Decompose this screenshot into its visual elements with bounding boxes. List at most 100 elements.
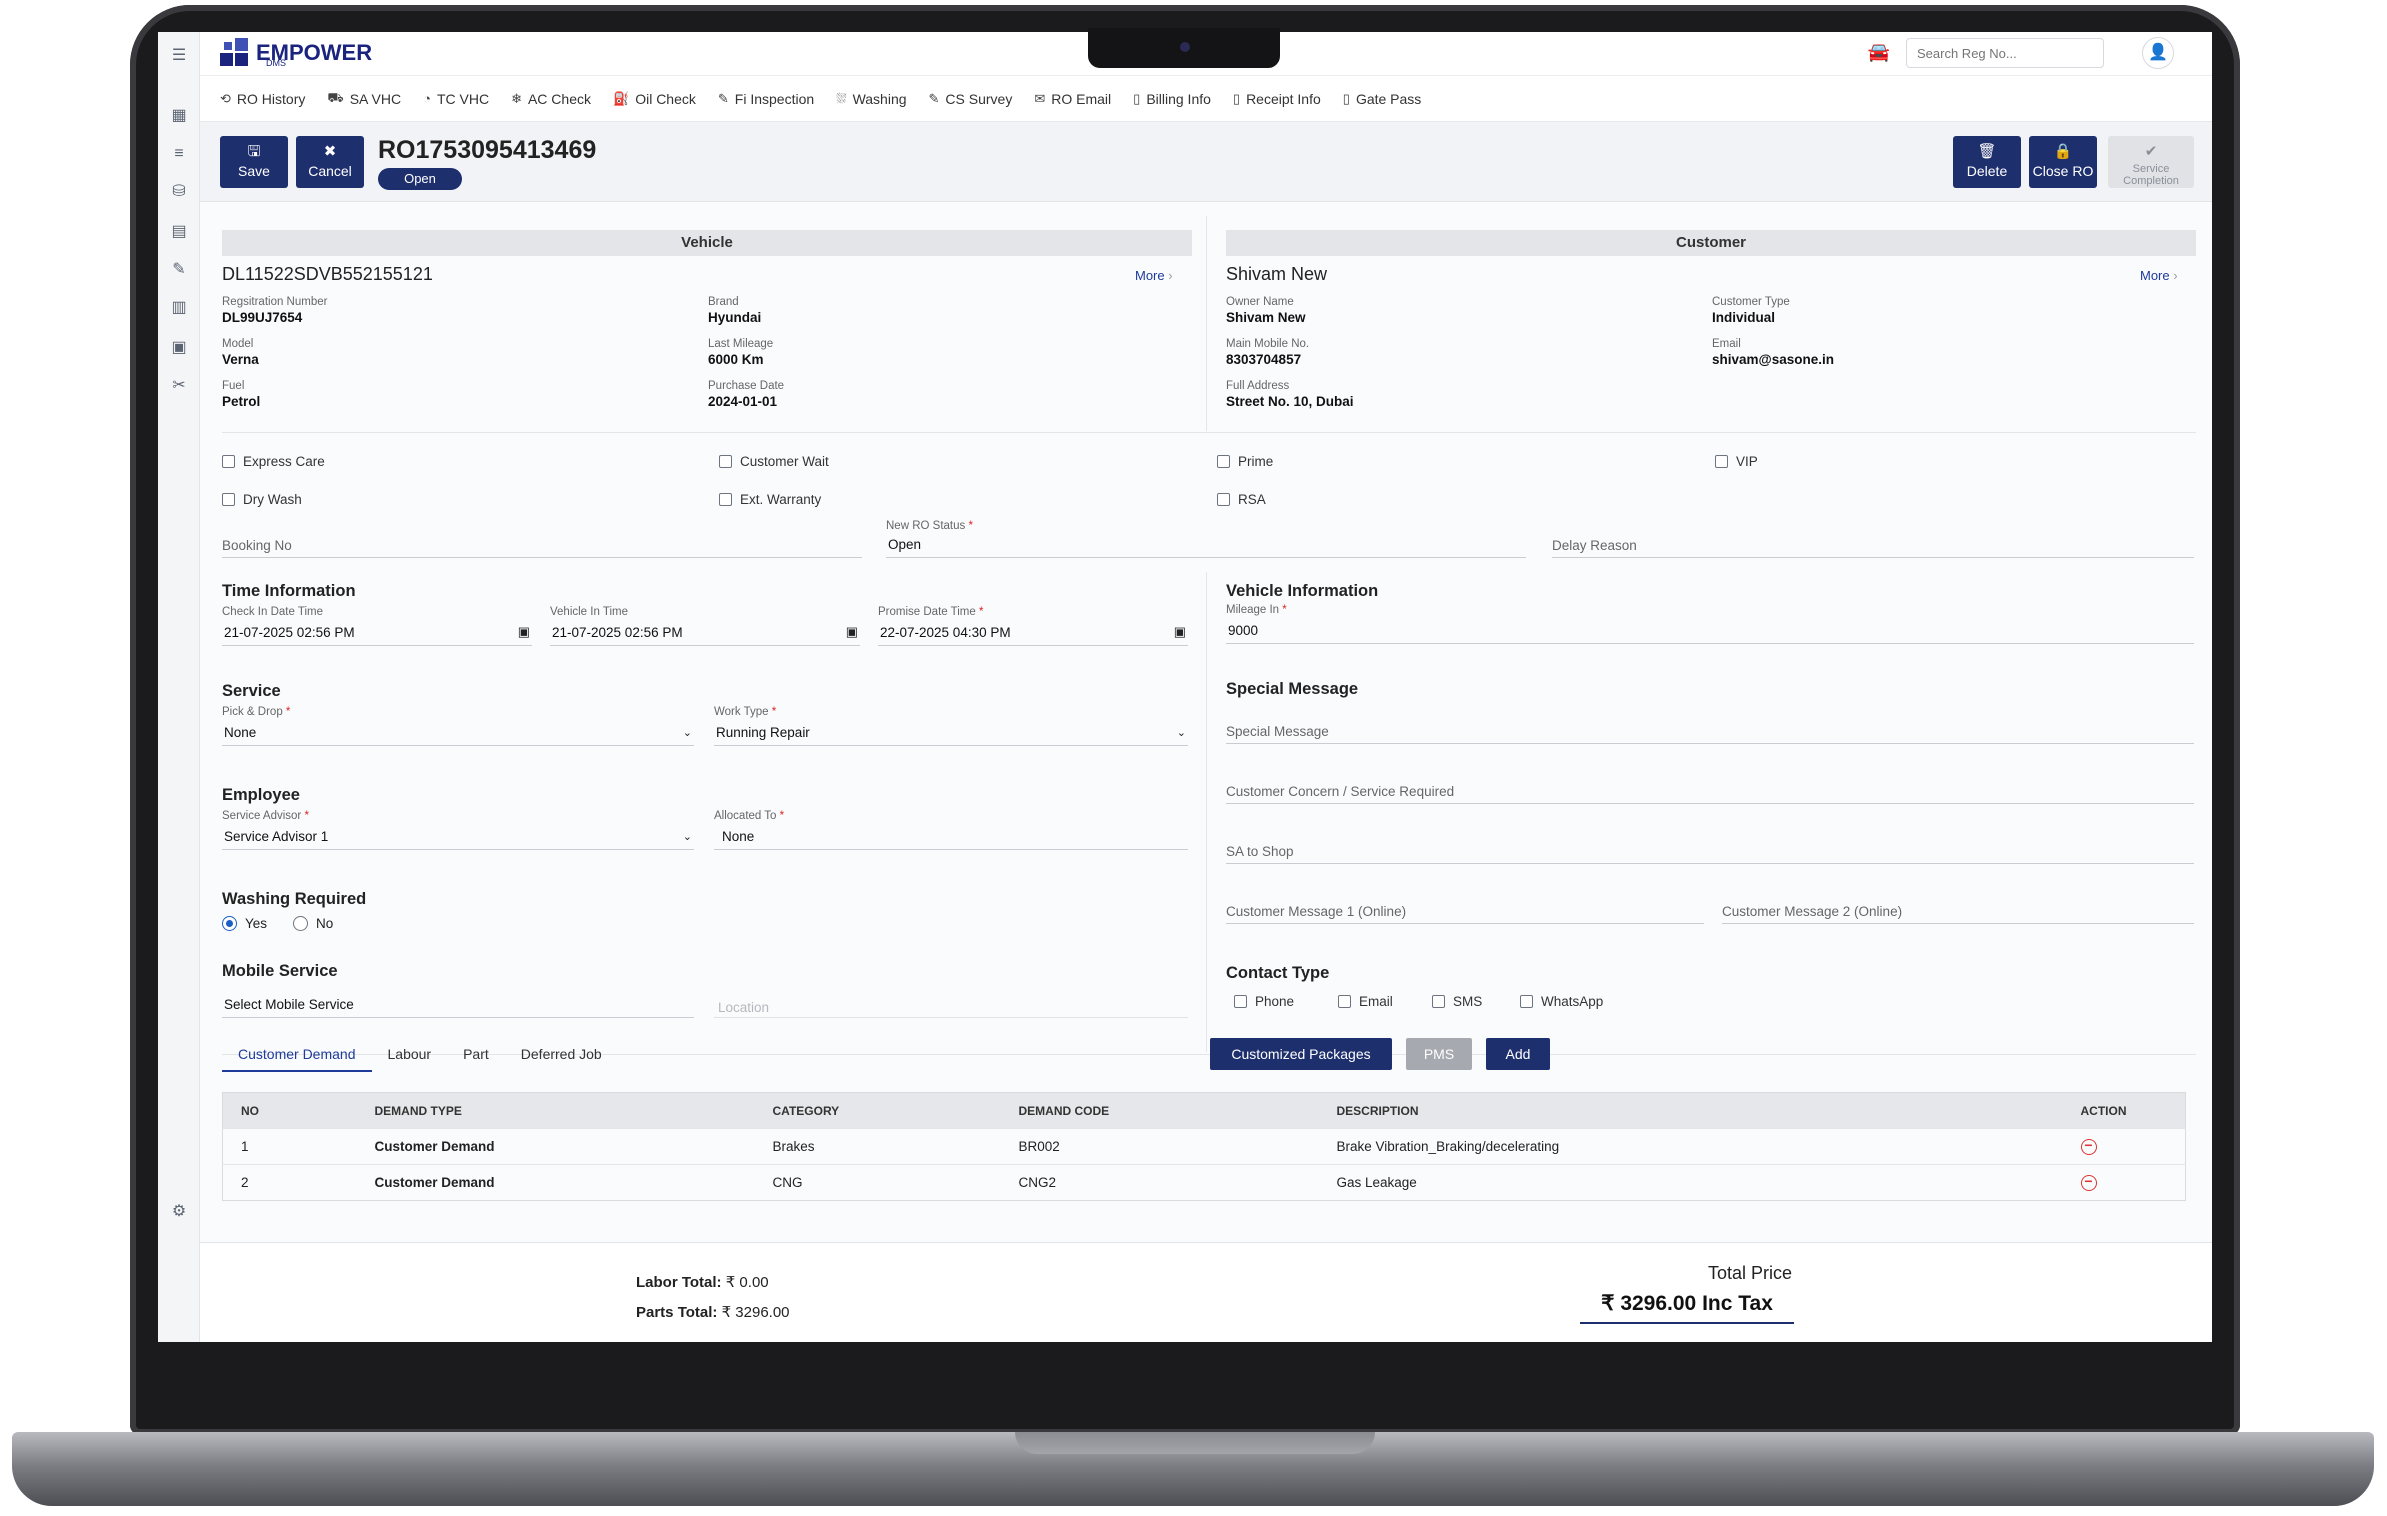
dry-wash-checkbox[interactable]: Dry Wash	[222, 492, 302, 507]
checkbox-box[interactable]	[222, 493, 235, 506]
database-icon[interactable]: ⛁	[169, 182, 189, 202]
nav-ac-check[interactable]: ❄ AC Check	[511, 91, 591, 107]
washing-yes-radio[interactable]: Yes	[222, 916, 267, 931]
nav-receipt-info[interactable]: ▯ Receipt Info	[1233, 91, 1321, 107]
prime-checkbox[interactable]: Prime	[1217, 454, 1273, 469]
nav-ro-history[interactable]: ⟲ RO History	[220, 91, 305, 107]
checkbox-box[interactable]	[1715, 455, 1728, 468]
vip-checkbox[interactable]: VIP	[1715, 454, 1758, 469]
nav-ro-email[interactable]: ✉ RO Email	[1034, 91, 1111, 107]
calendar-icon[interactable]: ▣	[518, 624, 530, 640]
nav-billing-info[interactable]: ▯ Billing Info	[1133, 91, 1211, 107]
logo[interactable]: EMPOWER	[220, 38, 372, 68]
table-row[interactable]: 1 Customer Demand Brakes BR002 Brake Vib…	[222, 1128, 2186, 1165]
add-button[interactable]: Add	[1486, 1038, 1550, 1070]
delay-reason-field[interactable]: Delay Reason	[1552, 524, 2194, 558]
tools-icon[interactable]: ✂	[169, 376, 189, 396]
nav-sa-vhc[interactable]: ⛟ SA VHC	[327, 90, 401, 108]
cell-category: Brakes	[754, 1128, 1001, 1165]
checkbox-box[interactable]	[1338, 995, 1351, 1008]
calendar-icon[interactable]: ▦	[169, 106, 189, 126]
ro-status-badge: Open	[378, 168, 462, 190]
cancel-button[interactable]: ✖ Cancel	[296, 136, 364, 188]
washing-no-radio[interactable]: No	[293, 916, 333, 931]
contact-sms-checkbox[interactable]: SMS	[1432, 994, 1482, 1009]
car-icon[interactable]: 🚘	[1868, 42, 1890, 63]
checkin-datetime-field[interactable]: Check In Date Time 21-07-2025 02:56 PM ▣	[222, 606, 532, 646]
customized-packages-button[interactable]: Customized Packages	[1210, 1038, 1392, 1070]
search-box[interactable]	[1906, 38, 2104, 68]
edit-icon[interactable]: ✎	[169, 260, 189, 280]
tab-labour[interactable]: Labour	[372, 1040, 448, 1072]
nav-oil-check[interactable]: ⛽ Oil Check	[613, 91, 696, 107]
customer-message-2-field[interactable]: Customer Message 2 (Online)	[1722, 890, 2194, 924]
radio-dot[interactable]	[293, 916, 308, 931]
ro-status-field[interactable]: New RO Status * Open	[886, 520, 1526, 558]
contact-whatsapp-checkbox[interactable]: WhatsApp	[1520, 994, 1603, 1009]
nav-washing[interactable]: ⛆ Washing	[836, 91, 906, 107]
calendar-icon[interactable]: ▣	[846, 624, 858, 640]
checkbox-box[interactable]	[222, 455, 235, 468]
delete-button[interactable]: 🗑 Delete	[1953, 136, 2021, 188]
customer-more-link[interactable]: More ›	[2140, 268, 2178, 283]
search-input[interactable]	[1907, 39, 2103, 67]
location-field[interactable]: Location	[714, 984, 1188, 1018]
bar-chart-icon[interactable]: ▥	[169, 298, 189, 318]
user-icon[interactable]: 👤	[2142, 37, 2174, 69]
customer-concern-field[interactable]: Customer Concern / Service Required	[1226, 770, 2194, 804]
checkbox-box[interactable]	[719, 493, 732, 506]
tab-deferred-job[interactable]: Deferred Job	[505, 1040, 618, 1072]
table-row[interactable]: 2 Customer Demand CNG CNG2 Gas Leakage −	[222, 1164, 2186, 1201]
radio-dot[interactable]	[222, 916, 237, 931]
cell-no: 1	[222, 1128, 357, 1165]
checkbox-box[interactable]	[1234, 995, 1247, 1008]
checkbox-box[interactable]	[1432, 995, 1445, 1008]
service-completion-button[interactable]: ✔ Service Completion	[2108, 136, 2194, 188]
service-advisor-select[interactable]: Service Advisor * Service Advisor 1 ⌄	[222, 810, 694, 850]
list-icon[interactable]: ≡	[169, 144, 189, 164]
vehicle-info-title: Vehicle Information	[1226, 582, 1379, 600]
work-type-select[interactable]: Work Type * Running Repair ⌄	[714, 706, 1188, 746]
booking-no-field[interactable]: Booking No	[222, 524, 862, 558]
nav-cs-survey[interactable]: ✎ CS Survey	[929, 91, 1013, 107]
promise-datetime-field[interactable]: Promise Date Time * 22-07-2025 04:30 PM ▣	[878, 606, 1188, 646]
remove-icon[interactable]: −	[2080, 1174, 2097, 1191]
nav-fi-inspection[interactable]: ✎ Fi Inspection	[718, 91, 814, 107]
menu-icon[interactable]: ☰	[169, 46, 189, 66]
customer-message-1-field[interactable]: Customer Message 1 (Online)	[1226, 890, 1704, 924]
express-care-checkbox[interactable]: Express Care	[222, 454, 325, 469]
checkbox-box[interactable]	[1217, 493, 1230, 506]
tab-customer-demand[interactable]: Customer Demand	[222, 1040, 372, 1072]
contact-phone-checkbox[interactable]: Phone	[1234, 994, 1294, 1009]
ext-warranty-checkbox[interactable]: Ext. Warranty	[719, 492, 821, 507]
special-message-field[interactable]: Special Message	[1226, 710, 2194, 744]
save-button[interactable]: 🖫 Save	[220, 136, 288, 188]
sa-to-shop-field[interactable]: SA to Shop	[1226, 830, 2194, 864]
nav-gate-pass[interactable]: ▯ Gate Pass	[1343, 91, 1422, 107]
car-check-icon: ⛟	[327, 89, 344, 105]
mobile-label: Main Mobile No.	[1226, 338, 1310, 350]
mobile-service-select[interactable]: Select Mobile Service	[222, 984, 694, 1018]
close-ro-button[interactable]: 🔒 Close RO	[2029, 136, 2097, 188]
settings-icon[interactable]: ⚙	[169, 1202, 189, 1222]
checkbox-box[interactable]	[719, 455, 732, 468]
customer-wait-checkbox[interactable]: Customer Wait	[719, 454, 829, 469]
checkbox-box[interactable]	[1217, 455, 1230, 468]
checkbox-box[interactable]	[1520, 995, 1533, 1008]
remove-icon[interactable]: −	[2080, 1138, 2097, 1155]
calendar-icon[interactable]: ▣	[1174, 624, 1186, 640]
nav-tc-vhc[interactable]: ◔ TC VHC	[423, 91, 489, 107]
contact-email-checkbox[interactable]: Email	[1338, 994, 1393, 1009]
pms-button[interactable]: PMS	[1406, 1038, 1472, 1070]
rsa-checkbox[interactable]: RSA	[1217, 492, 1266, 507]
monitor-chart-icon[interactable]: ▣	[169, 338, 189, 358]
cell-demand-code: BR002	[1000, 1128, 1319, 1165]
nav-label: RO Email	[1051, 90, 1112, 107]
tab-part[interactable]: Part	[447, 1040, 505, 1072]
vehicle-more-link[interactable]: More ›	[1135, 268, 1173, 283]
allocated-to-field[interactable]: Allocated To * None	[714, 810, 1188, 850]
mileage-in-field[interactable]: Mileage In * 9000	[1226, 604, 2194, 644]
vehicle-in-time-field[interactable]: Vehicle In Time 21-07-2025 02:56 PM ▣	[550, 606, 860, 646]
pick-drop-select[interactable]: Pick & Drop * None ⌄	[222, 706, 694, 746]
document-icon[interactable]: ▤	[169, 222, 189, 242]
